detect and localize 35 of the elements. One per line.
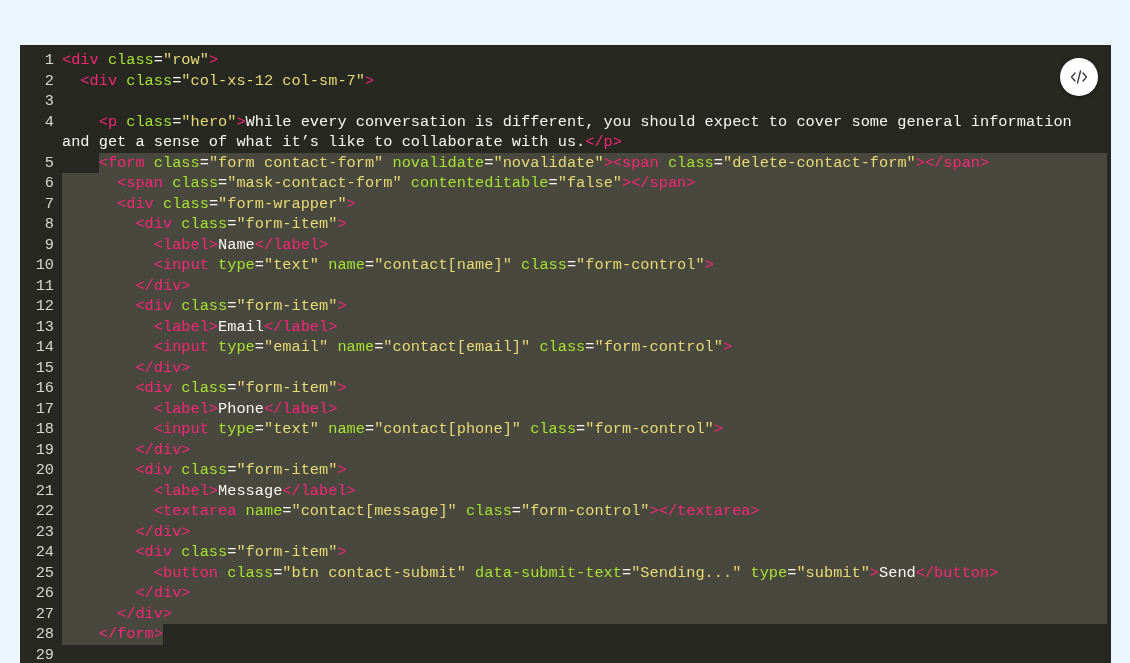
line-number: 15 — [35, 358, 54, 377]
code-line: <p class="hero">While every conversation is different, you should expect to cover some general information — [97, 111, 1072, 132]
line-number: 13 — [35, 317, 54, 336]
line-number: 27 — [35, 604, 54, 623]
line-number: 10 — [35, 256, 54, 274]
code-line: <div class="col-xs-12 col-sm-7"> — [79, 70, 375, 91]
line-number: 23 — [35, 522, 54, 541]
line-number: 29 — [35, 645, 54, 663]
line-number: 2 — [44, 71, 54, 90]
code-icon — [1070, 70, 1088, 84]
line-number: 3 — [44, 92, 54, 110]
line-number: 18 — [35, 420, 54, 438]
line-number: 28 — [35, 625, 54, 643]
line-number: 22 — [35, 502, 54, 520]
line-number: 26 — [35, 584, 54, 602]
line-number: 24 — [35, 543, 54, 561]
line-number: 6 — [44, 174, 54, 192]
code-line: and get a sense of what it’s like to collaborate with us.</p> — [62, 132, 622, 153]
line-number: 17 — [35, 399, 54, 418]
code-view-button[interactable] — [1060, 58, 1098, 96]
line-number: 5 — [44, 153, 54, 172]
line-number: 16 — [35, 379, 54, 397]
line-number: 11 — [35, 276, 54, 295]
line-number: 7 — [44, 194, 54, 213]
line-number: 21 — [35, 481, 54, 500]
line-number: 19 — [35, 440, 54, 459]
line-number: 25 — [35, 563, 54, 582]
line-number: 4 — [44, 112, 54, 131]
line-number: 9 — [44, 235, 54, 254]
code-line: <div class="row"> — [62, 50, 219, 71]
line-number: 14 — [35, 338, 54, 356]
line-number: 1 — [44, 51, 54, 69]
line-number: 8 — [44, 215, 54, 233]
line-number: 20 — [35, 461, 54, 479]
line-number: 12 — [35, 297, 54, 315]
